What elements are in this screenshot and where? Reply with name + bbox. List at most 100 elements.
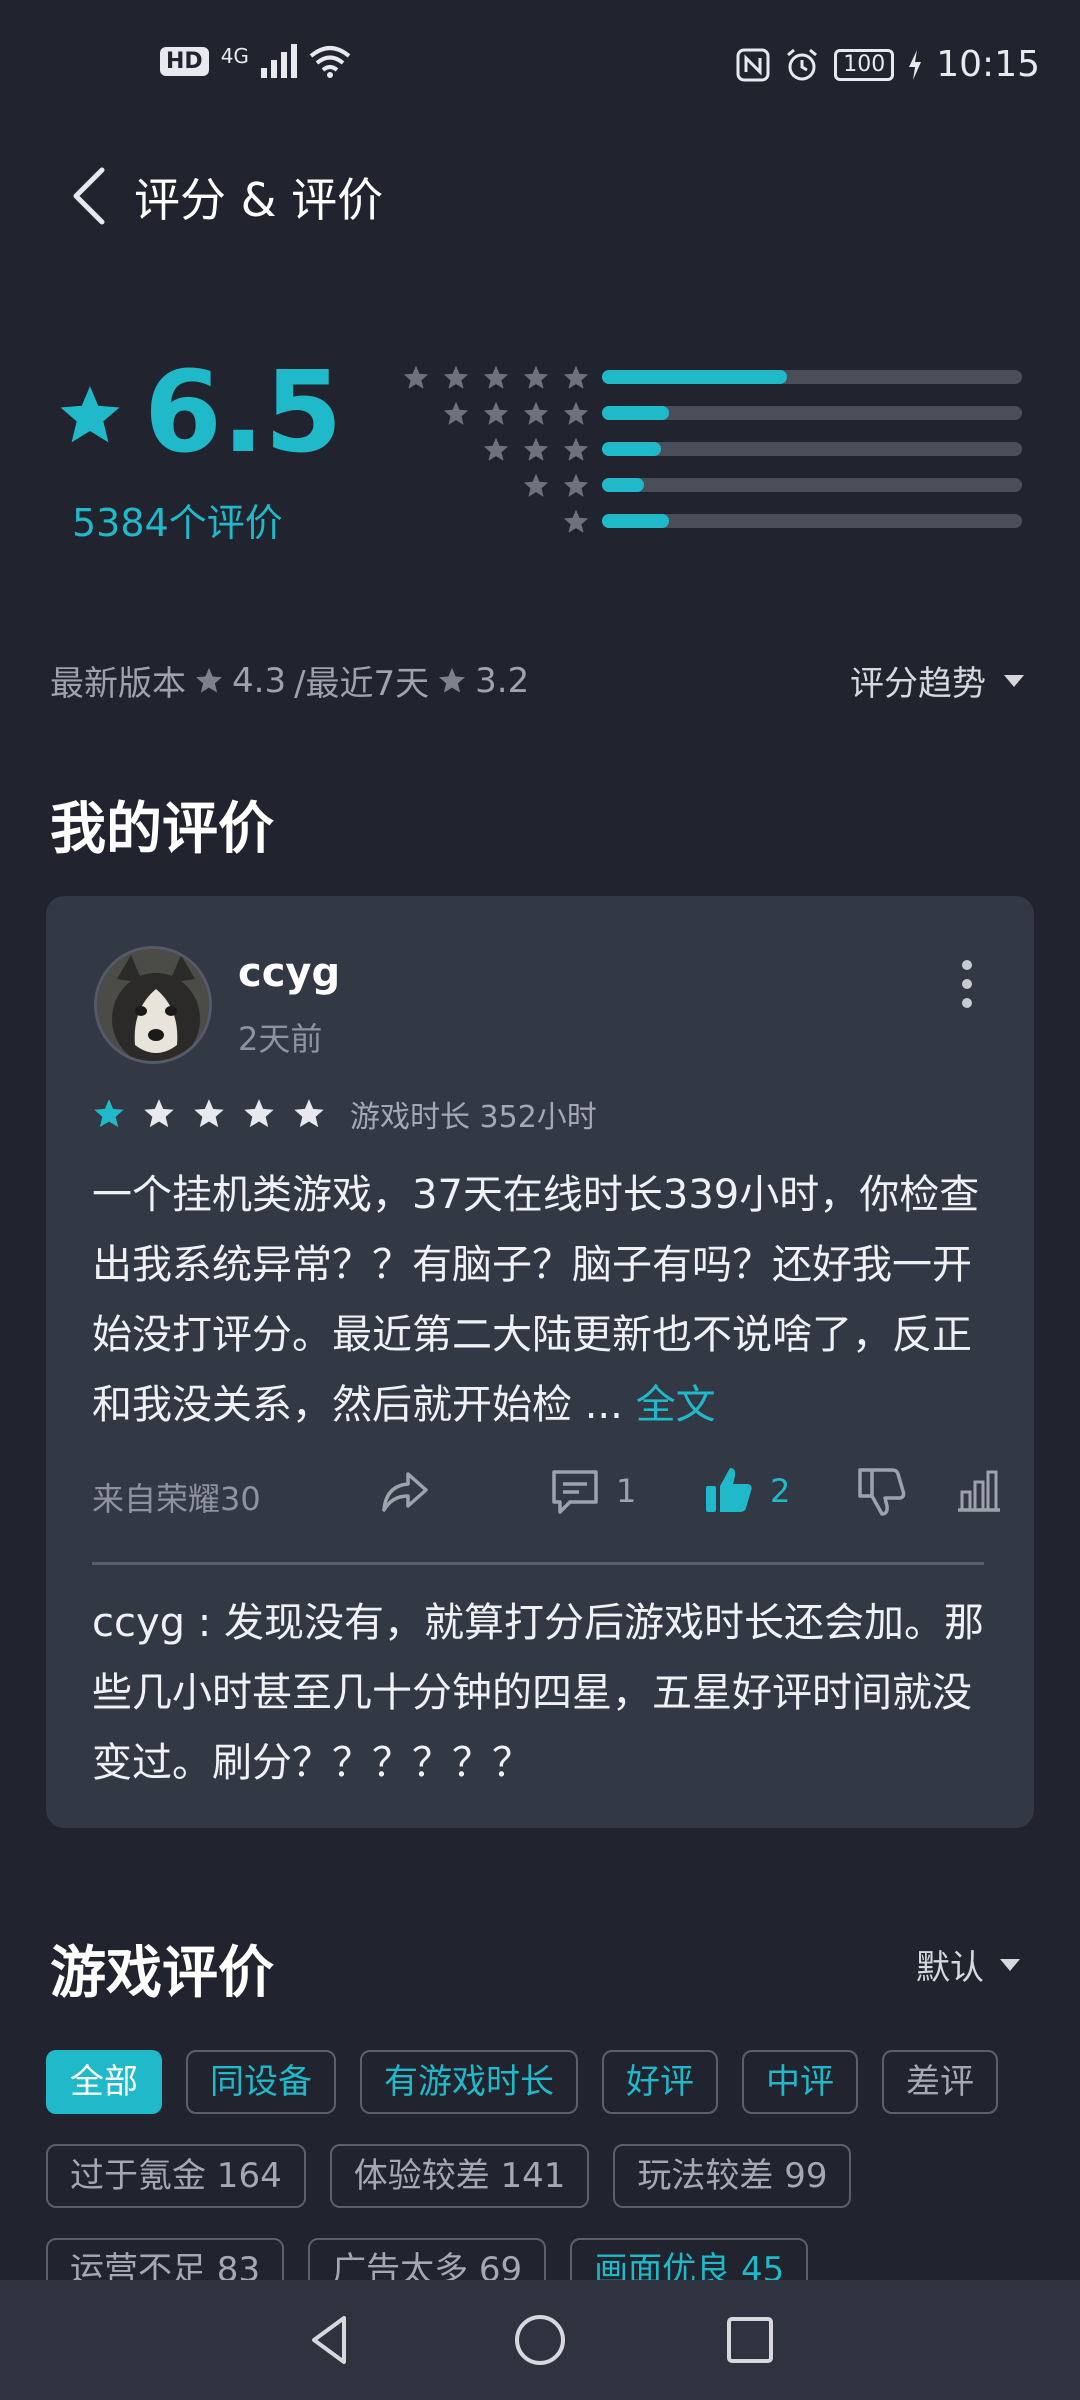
distribution-bar-fill [602,406,670,420]
reply-text: ccyg : 发现没有，就算打分后游戏时长还会加。那些几小时甚至几十分钟的四星，… [92,1600,984,1786]
distribution-row-2 [380,468,1030,504]
star-icon [144,1099,174,1128]
page-title: 评分 & 评价 [134,173,384,227]
more-options-icon[interactable] [960,960,974,1008]
hd-badge: HD [160,46,209,76]
distribution-row-4 [380,396,1030,432]
star-icon [443,365,469,389]
stats-button[interactable] [952,1464,1006,1518]
rating-distribution [380,360,1030,540]
back-arrow-icon[interactable] [62,160,122,232]
distribution-bar-fill [602,514,670,528]
status-left: HD 4G [160,44,351,78]
review-username[interactable]: ccyg [238,950,340,996]
charging-icon [909,49,922,80]
rating-count: 5384个评价 [72,501,283,545]
tag-chips: 过于氪金 164 体验较差 141 玩法较差 99 [46,2144,1046,2208]
overall-score: 6.5 [144,348,343,478]
my-review-card: ccyg 2天前 游戏时长 352小时 一个挂机类游戏，37天在线时长339小时… [46,896,1034,1828]
filter-chip[interactable]: 中评 [742,2050,858,2114]
star-icon [523,473,549,497]
star-icon [403,365,429,389]
distribution-stars [482,436,590,464]
filter-chip[interactable]: 画面优良 45 [570,2238,809,2280]
comment-button[interactable]: 1 [548,1464,636,1518]
filter-chip[interactable]: 全部 [46,2050,162,2114]
device-label: 来自荣耀30 [92,1480,261,1518]
filter-chip[interactable]: 玩法较差 99 [613,2144,852,2208]
latest-version-score: 4.3 [232,660,287,701]
filter-chip[interactable]: 广告太多 69 [308,2238,547,2280]
filter-chip[interactable]: 好评 [602,2050,718,2114]
filter-chip[interactable]: 同设备 [186,2050,336,2114]
filter-chips: 全部 同设备 有游戏时长 好评 中评 差评 [46,2050,1046,2114]
filter-chip[interactable]: 差评 [882,2050,998,2114]
star-icon [563,401,589,425]
distribution-stars [442,400,590,428]
chevron-down-icon [1000,1958,1020,1971]
status-right: 100 10:15 [736,44,1040,85]
game-reviews-title: 游戏评价 [50,1941,274,2006]
star-icon [483,401,509,425]
husky-avatar-icon [97,949,209,1061]
divider [92,1562,984,1565]
review-stars: 游戏时长 352小时 [92,1092,597,1136]
review-actions: 来自荣耀30 1 2 [92,1464,1000,1524]
nav-back-icon[interactable] [300,2310,360,2370]
like-button[interactable]: 2 [702,1464,790,1518]
nav-recents-icon[interactable] [720,2310,780,2370]
comment-icon [552,1470,598,1514]
star-icon [194,1099,224,1128]
share-icon [382,1472,428,1512]
rating-trend-label: 评分趋势 [850,664,986,704]
distribution-bar [602,442,1022,456]
sort-label: 默认 [916,1948,984,1988]
distribution-row-5 [380,360,1030,396]
distribution-row-1 [380,504,1030,540]
distribution-stars [402,364,590,392]
avatar[interactable] [94,946,212,1064]
star-icon [563,437,589,461]
status-bar: HD 4G 100 10:15 [0,0,1080,130]
review-text: 一个挂机类游戏，37天在线时长339小时，你检查出我系统异常？？有脑子？脑子有吗… [92,1160,992,1440]
sort-dropdown[interactable]: 默认 [916,1940,1020,1989]
full-text-link[interactable]: 全文 [636,1382,716,1428]
star-icon [563,473,589,497]
distribution-bar [602,370,1022,384]
review-body: 一个挂机类游戏，37天在线时长339小时，你检查出我系统异常？？有脑子？脑子有吗… [92,1172,980,1428]
latest-version-label: 最新版本 [50,664,186,704]
filter-chip[interactable]: 体验较差 141 [329,2144,590,2208]
signal-icon [260,44,297,78]
star-icon [196,667,222,693]
dislike-button[interactable] [854,1464,908,1518]
star-icon [523,437,549,461]
network-type: 4G [220,44,249,68]
star-icon [294,1099,324,1128]
distribution-row-3 [380,432,1030,468]
distribution-bar [602,478,1022,492]
tag-chips-row-2: 运营不足 83 广告太多 69 画面优良 45 [46,2238,1046,2280]
alarm-icon [787,48,818,80]
star-icon [563,365,589,389]
star-icon [94,1099,124,1128]
star-icon [443,401,469,425]
distribution-stars [522,472,590,500]
star-icon [244,1099,274,1128]
filter-chip[interactable]: 过于氪金 164 [46,2144,306,2208]
distribution-bar-fill [602,478,644,492]
distribution-stars [562,508,590,536]
system-nav-bar [0,2280,1080,2400]
filter-chip[interactable]: 运营不足 83 [46,2238,285,2280]
battery-indicator: 100 [834,48,895,81]
review-time: 2天前 [238,1020,323,1058]
version-rating: 最新版本 4.3 /最近7天 3.2 [50,656,529,705]
share-button[interactable] [378,1464,432,1518]
bar-chart-icon [958,1470,1000,1512]
nav-home-icon[interactable] [510,2310,570,2370]
distribution-bar-fill [602,442,661,456]
chevron-down-icon [1004,674,1024,687]
filter-chip[interactable]: 有游戏时长 [360,2050,578,2114]
rating-trend-button[interactable]: 评分趋势 [850,656,1024,705]
star-icon [523,401,549,425]
star-icon [563,509,589,533]
